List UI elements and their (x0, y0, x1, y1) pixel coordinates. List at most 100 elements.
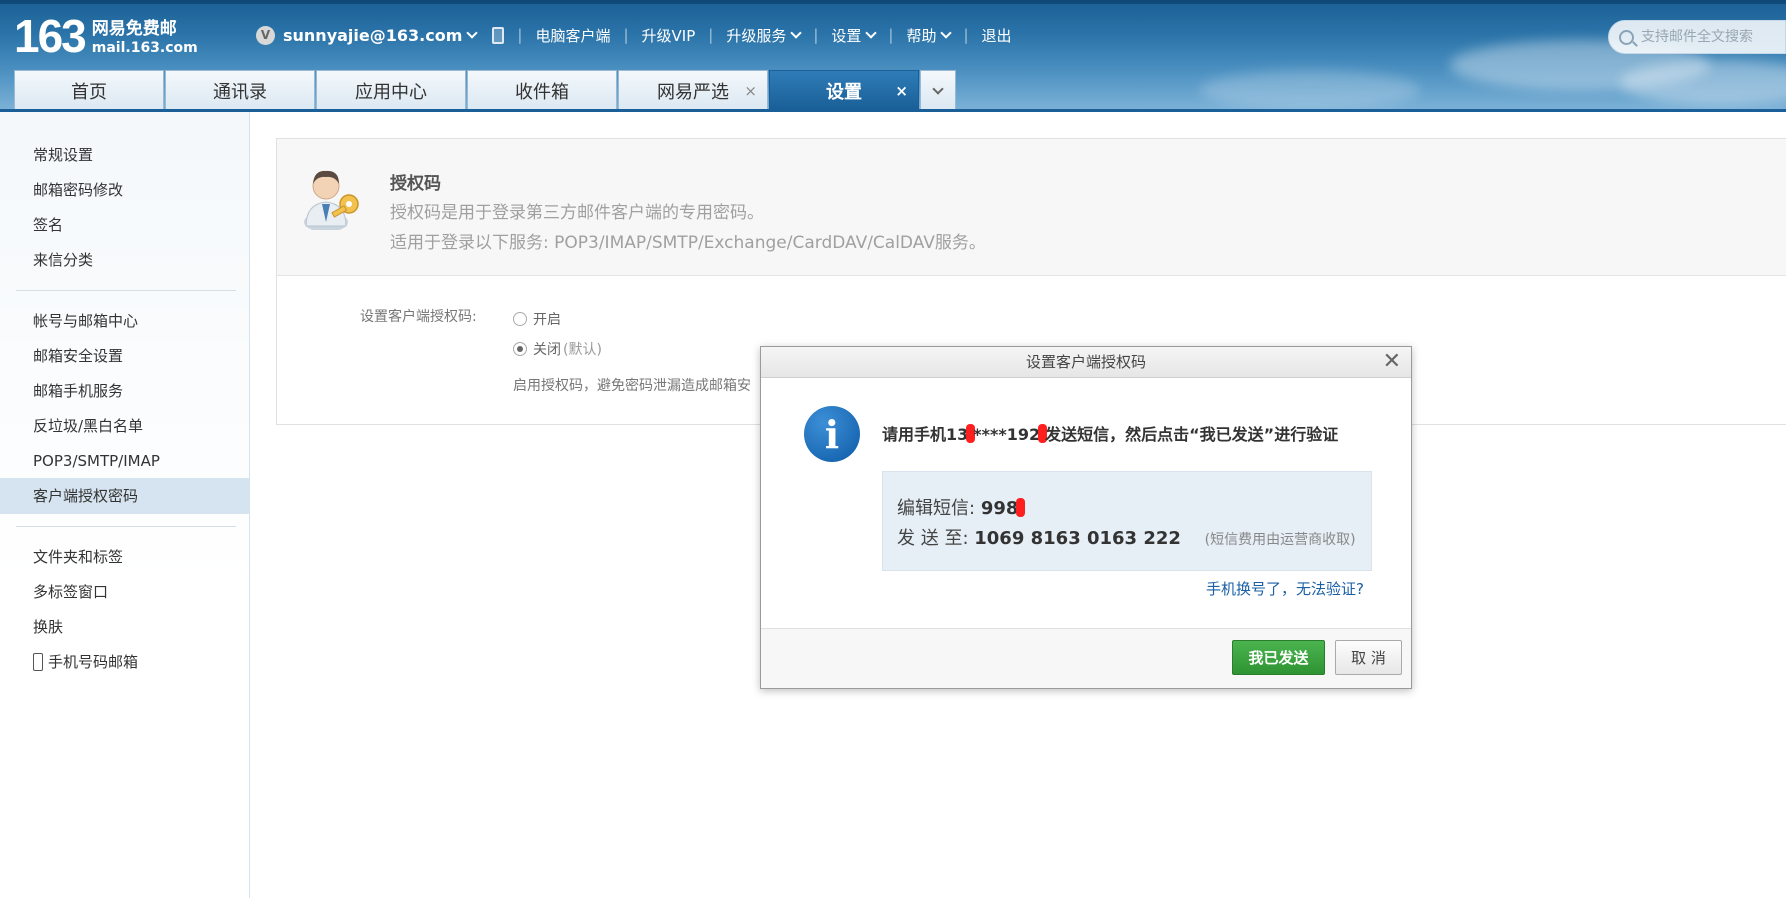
search-input[interactable] (1641, 29, 1781, 45)
sidebar-item-pop3[interactable]: POP3/SMTP/IMAP (33, 444, 160, 478)
info-icon: i (804, 406, 860, 462)
sidebar-item-multi-tab[interactable]: 多标签窗口 (33, 575, 108, 609)
tab-contacts[interactable]: 通讯录 (165, 70, 315, 110)
divider: | (708, 26, 714, 44)
dialog-title: 设置客户端授权码 (1025, 353, 1146, 371)
vip-badge-icon[interactable]: V (256, 25, 275, 45)
account-dropdown-icon[interactable] (466, 26, 479, 39)
message-part: 发送短信，然后点击“我已发送”进行验证 (1045, 425, 1339, 444)
dialog-message: 请用手机13 ****192 发送短信，然后点击“我已发送”进行验证 (882, 421, 1338, 445)
dialog-footer: 我已发送 取 消 (761, 628, 1411, 688)
settings-sidebar: 常规设置 邮箱密码修改 签名 来信分类 帐号与邮箱中心 邮箱安全设置 邮箱手机服… (0, 112, 250, 898)
sms-recipient-line: 发 送 至: 1069 8163 0163 222 (短信费用由运营商收取) (897, 524, 1356, 550)
sidebar-divider (16, 290, 236, 291)
upgrade-vip-link[interactable]: 升级VIP (642, 25, 696, 46)
logo-domain: mail.163.com (91, 40, 198, 56)
tab-yanxuan[interactable]: 网易严选 × (618, 70, 768, 110)
sidebar-item-label: 手机号码邮箱 (48, 653, 139, 671)
upgrade-service-link[interactable]: 升级服务 (726, 25, 786, 46)
radio-button[interactable] (513, 312, 527, 326)
panel-services: 适用于登录以下服务: POP3/IMAP/SMTP/Exchange/CardD… (390, 233, 986, 253)
desktop-client-link[interactable]: 电脑客户端 (535, 25, 610, 46)
message-part: ****192 (973, 425, 1041, 444)
sms-label: 编辑短信: (897, 498, 976, 519)
sidebar-item-filters[interactable]: 来信分类 (33, 243, 93, 277)
divider: | (813, 26, 819, 44)
tab-label: 网易严选 (657, 81, 729, 103)
recipient-label: 发 送 至: (897, 528, 969, 549)
chevron-down-icon[interactable] (865, 26, 878, 39)
search-icon[interactable] (1619, 29, 1634, 45)
logout-link[interactable]: 退出 (982, 25, 1012, 46)
divider: | (623, 26, 629, 44)
tab-label: 通讯录 (213, 81, 267, 103)
settings-link[interactable]: 设置 (831, 25, 861, 46)
header-bottom-bar (0, 109, 1786, 112)
radio-disable[interactable]: 关闭 (默认) (513, 339, 602, 359)
panel-header: 授权码 授权码是用于登录第三方邮件客户端的专用密码。 适用于登录以下服务: PO… (277, 139, 1786, 276)
tab-app-center[interactable]: 应用中心 (316, 70, 466, 110)
dialog-header: 设置客户端授权码 ✕ (761, 347, 1411, 378)
auth-code-option-label: 设置客户端授权码: (360, 309, 477, 325)
tab-home[interactable]: 首页 (14, 70, 164, 110)
top-nav: V sunnyajie@163.com | 电脑客户端 | 升级VIP | 升级… (256, 24, 1012, 46)
divider: | (963, 26, 969, 44)
tab-settings[interactable]: 设置 × (769, 70, 919, 110)
cloud-decoration (1620, 60, 1786, 105)
sms-content-line: 编辑短信: 998 (897, 494, 1026, 520)
help-link[interactable]: 帮助 (906, 25, 936, 46)
header-topline (0, 0, 1786, 4)
cancel-button[interactable]: 取 消 (1335, 640, 1402, 675)
tab-bar: 首页 通讯录 应用中心 收件箱 网易严选 × 设置 × (14, 70, 957, 110)
sidebar-item-folders-labels[interactable]: 文件夹和标签 (33, 540, 123, 574)
sidebar-item-signature[interactable]: 签名 (33, 208, 63, 242)
message-part: 请用手机13 (882, 425, 969, 444)
mobile-icon[interactable] (492, 26, 505, 44)
recipient-number: 1069 8163 0163 222 (974, 528, 1181, 549)
chevron-down-icon[interactable] (940, 26, 953, 39)
cloud-decoration (1200, 70, 1420, 110)
radio-enable[interactable]: 开启 (513, 309, 561, 329)
radio-label: 关闭 (533, 342, 561, 358)
mobile-icon (33, 653, 43, 671)
sidebar-item-password[interactable]: 邮箱密码修改 (33, 173, 123, 207)
auth-code-dialog: 设置客户端授权码 ✕ i 请用手机13 ****192 发送短信，然后点击“我已发送… (760, 346, 1412, 689)
sidebar-item-security[interactable]: 邮箱安全设置 (33, 339, 123, 373)
chevron-down-icon[interactable] (790, 26, 802, 39)
tab-label: 收件箱 (515, 81, 569, 103)
divider: | (517, 26, 523, 44)
redaction-mark (1016, 498, 1026, 517)
header: 163 网易免费邮 mail.163.com V sunnyajie@163.c… (0, 0, 1786, 112)
logo[interactable]: 163 网易免费邮 mail.163.com (14, 13, 198, 59)
sidebar-divider (16, 526, 236, 527)
tab-more-button[interactable] (920, 70, 956, 110)
changed-phone-link[interactable]: 手机换号了，无法验证? (1206, 578, 1364, 599)
account-name[interactable]: sunnyajie@163.com (283, 26, 462, 45)
close-icon[interactable]: ✕ (1383, 347, 1401, 377)
search-box[interactable] (1608, 20, 1786, 54)
fee-note: (短信费用由运营商收取) (1204, 532, 1356, 548)
sms-value: 998 (980, 498, 1019, 519)
sidebar-item-skin[interactable]: 换肤 (33, 610, 63, 644)
panel-title: 授权码 (390, 174, 441, 194)
radio-button[interactable] (513, 342, 527, 356)
sidebar-item-general[interactable]: 常规设置 (33, 138, 93, 172)
logo-title: 网易免费邮 (91, 19, 177, 39)
radio-label: 开启 (533, 312, 561, 328)
sidebar-item-mobile-mailbox[interactable]: 手机号码邮箱 (33, 645, 138, 679)
sidebar-item-mobile-service[interactable]: 邮箱手机服务 (33, 374, 123, 408)
user-key-icon (304, 170, 359, 230)
close-icon[interactable]: × (895, 82, 908, 100)
tab-label: 设置 (826, 81, 862, 103)
sidebar-item-account-center[interactable]: 帐号与邮箱中心 (33, 304, 138, 338)
confirm-sent-button[interactable]: 我已发送 (1232, 640, 1325, 675)
tab-label: 应用中心 (355, 81, 427, 103)
chevron-down-icon (932, 82, 944, 95)
close-icon[interactable]: × (744, 82, 757, 100)
panel-description: 授权码是用于登录第三方邮件客户端的专用密码。 (390, 203, 764, 223)
tab-label: 首页 (71, 81, 107, 103)
sidebar-item-antispam[interactable]: 反垃圾/黑白名单 (33, 409, 143, 443)
sidebar-item-client-auth-code[interactable]: 客户端授权密码 (33, 479, 138, 513)
sms-info-box: 编辑短信: 998 发 送 至: 1069 8163 0163 222 (短信费… (882, 471, 1372, 571)
tab-inbox[interactable]: 收件箱 (467, 70, 617, 110)
